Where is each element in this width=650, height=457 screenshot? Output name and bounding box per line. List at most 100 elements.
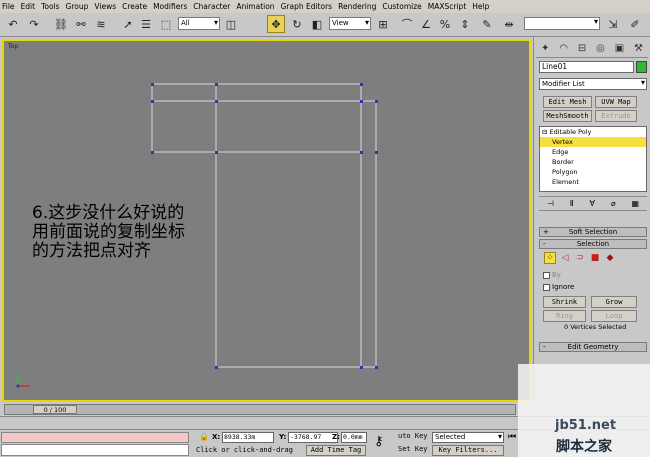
stack-item-polygon[interactable]: Polygon xyxy=(540,167,646,177)
pivot-center-icon[interactable]: ⊞ xyxy=(374,15,392,33)
motion-tab-icon[interactable]: ◎ xyxy=(596,43,605,54)
modify-tab-icon[interactable]: ◠ xyxy=(559,43,568,54)
element-mode-icon[interactable]: ◆ xyxy=(604,252,616,264)
select-and-rotate-icon[interactable]: ↻ xyxy=(288,15,306,33)
menu-maxscript[interactable]: MAXScript xyxy=(428,2,467,11)
time-slider-thumb[interactable]: 0 / 100 xyxy=(33,405,77,414)
add-time-tag-button[interactable]: Add Time Tag xyxy=(306,445,366,456)
create-tab-icon[interactable]: ✦ xyxy=(541,43,549,54)
angle-snap-icon[interactable]: ∠ xyxy=(417,15,435,33)
menu-file[interactable]: File xyxy=(2,2,15,11)
rectangular-selection-icon[interactable]: ⬚ xyxy=(157,15,175,33)
vertex xyxy=(151,151,154,154)
top-viewport[interactable]: Top 6.这步没什么好说的 用前面说的复制坐标 的方法把点对齐 xyxy=(2,39,531,402)
configure-modifier-sets-icon[interactable]: ▦ xyxy=(632,199,640,208)
stack-item-border[interactable]: Border xyxy=(540,157,646,167)
menu-edit[interactable]: Edit xyxy=(21,2,36,11)
vertex xyxy=(360,151,363,154)
menu-customize[interactable]: Customize xyxy=(382,2,421,11)
select-object-icon[interactable]: ➚ xyxy=(119,15,137,33)
percent-snap-icon[interactable]: % xyxy=(436,15,454,33)
modifier-list-dropdown[interactable]: Modifier List xyxy=(539,78,647,90)
extrude-button[interactable]: Extrude xyxy=(595,110,637,122)
stack-item-element[interactable]: Element xyxy=(540,177,646,187)
border-mode-icon[interactable]: ⊃ xyxy=(574,252,586,264)
time-slider[interactable]: 0 / 100 xyxy=(4,404,516,415)
object-color-swatch[interactable] xyxy=(636,61,647,73)
menu-animation[interactable]: Animation xyxy=(236,2,274,11)
z-coordinate-field[interactable]: 0.0mm xyxy=(341,432,367,443)
pin-stack-icon[interactable]: ⊣ xyxy=(547,199,554,208)
named-selection-sets-dropdown[interactable] xyxy=(524,17,600,30)
uvw-map-button[interactable]: UVW Map xyxy=(595,96,637,108)
loop-button[interactable]: Loop xyxy=(591,310,637,322)
modifier-stack: ⊟ Editable Poly Vertex Edge Border Polyg… xyxy=(539,126,647,192)
auto-key-button[interactable]: uto Key xyxy=(398,432,428,440)
menu-rendering[interactable]: Rendering xyxy=(338,2,376,11)
remove-modifier-icon[interactable]: ⌀ xyxy=(611,199,616,208)
menu-character[interactable]: Character xyxy=(193,2,230,11)
vertex xyxy=(215,151,218,154)
menu-modifiers[interactable]: Modifiers xyxy=(153,2,187,11)
playback-icon[interactable]: ⏮ xyxy=(508,432,516,442)
snap-toggle-icon[interactable]: ⌒ xyxy=(398,15,416,33)
vertex xyxy=(375,100,378,103)
bind-to-space-warp-icon[interactable]: ≋ xyxy=(92,15,110,33)
select-and-link-icon[interactable]: ⛓ xyxy=(52,15,70,33)
select-and-scale-icon[interactable]: ◧ xyxy=(308,15,326,33)
selection-lock-icon[interactable]: 🔒 xyxy=(199,432,209,441)
annotation-line-1: 6.这步没什么好说的 xyxy=(32,203,185,223)
undo-icon[interactable]: ↶ xyxy=(4,15,22,33)
align-icon[interactable]: ⇲ xyxy=(604,15,622,33)
polygon-mode-icon[interactable]: ■ xyxy=(589,252,601,264)
set-key-button[interactable]: Set Key xyxy=(398,445,428,453)
by-vertex-checkbox[interactable]: By xyxy=(543,271,561,279)
reference-coordinate-dropdown[interactable]: View xyxy=(329,17,371,30)
hierarchy-tab-icon[interactable]: ⊟ xyxy=(578,43,586,54)
y-coordinate-field[interactable]: -3768.97 xyxy=(288,432,338,443)
menu-views[interactable]: Views xyxy=(94,2,116,11)
menu-graph-editors[interactable]: Graph Editors xyxy=(281,2,333,11)
ignore-backfacing-checkbox[interactable]: Ignore xyxy=(543,283,574,291)
spinner-snap-icon[interactable]: ⇕ xyxy=(456,15,474,33)
grow-button[interactable]: Grow xyxy=(591,296,637,308)
ring-button[interactable]: Ring xyxy=(543,310,586,322)
maxscript-listener-mini[interactable] xyxy=(1,432,189,443)
set-key-icon[interactable]: ⚷ xyxy=(374,434,384,449)
edit-mesh-button[interactable]: Edit Mesh xyxy=(543,96,592,108)
utilities-tab-icon[interactable]: ⚒ xyxy=(634,43,643,54)
maxscript-output-mini[interactable] xyxy=(1,444,189,456)
redo-icon[interactable]: ↷ xyxy=(25,15,43,33)
menu-tools[interactable]: Tools xyxy=(41,2,59,11)
stack-item-edge[interactable]: Edge xyxy=(540,147,646,157)
selection-rollout[interactable]: - Selection xyxy=(539,239,647,249)
vertex xyxy=(215,366,218,369)
vertex xyxy=(151,83,154,86)
key-selection-dropdown[interactable]: Selected xyxy=(432,432,504,443)
make-unique-icon[interactable]: ∀ xyxy=(590,199,595,208)
named-selection-icon[interactable]: ✎ xyxy=(478,15,496,33)
meshsmooth-button[interactable]: MeshSmooth xyxy=(543,110,592,122)
selection-filter-dropdown[interactable]: All xyxy=(178,17,220,30)
unlink-icon[interactable]: ⚯ xyxy=(72,15,90,33)
window-crossing-icon[interactable]: ◫ xyxy=(222,15,240,33)
object-name-field[interactable]: Line01 xyxy=(539,61,634,73)
stack-item-vertex[interactable]: Vertex xyxy=(540,137,646,147)
select-by-name-icon[interactable]: ☰ xyxy=(137,15,155,33)
shrink-button[interactable]: Shrink xyxy=(543,296,586,308)
select-and-move-icon[interactable]: ✥ xyxy=(267,15,285,33)
soft-selection-rollout[interactable]: + Soft Selection xyxy=(539,227,647,237)
show-end-result-icon[interactable]: Ⅱ xyxy=(570,199,574,208)
mirror-icon[interactable]: ⇹ xyxy=(500,15,518,33)
vertex-mode-icon[interactable]: ⁘ xyxy=(544,252,556,264)
menu-group[interactable]: Group xyxy=(66,2,89,11)
stack-editable-poly[interactable]: ⊟ Editable Poly xyxy=(540,127,646,137)
edge-mode-icon[interactable]: ◁ xyxy=(559,252,571,264)
menu-help[interactable]: Help xyxy=(472,2,489,11)
material-editor-icon[interactable]: ✐ xyxy=(626,15,644,33)
edit-geometry-rollout[interactable]: - Edit Geometry xyxy=(539,342,647,352)
key-filters-button[interactable]: Key Filters... xyxy=(432,445,504,456)
x-coordinate-field[interactable]: 8938.33m xyxy=(222,432,274,443)
menu-create[interactable]: Create xyxy=(122,2,147,11)
display-tab-icon[interactable]: ▣ xyxy=(615,43,624,54)
